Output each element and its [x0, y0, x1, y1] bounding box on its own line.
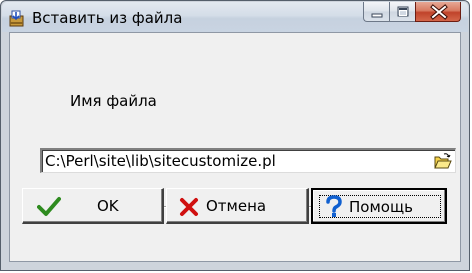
minimize-icon	[371, 13, 383, 18]
help-button-label: Помощь	[349, 198, 413, 216]
cancel-x-icon	[180, 198, 198, 216]
ok-button-label: OK	[97, 197, 119, 215]
close-button[interactable]	[415, 2, 461, 22]
filename-field[interactable]: C:\Perl\site\lib\sitecustomize.pl	[40, 148, 456, 173]
filename-label: Имя файла	[70, 92, 157, 110]
folder-open-icon[interactable]	[434, 153, 452, 170]
dialog-window: Вставить из файла Имя файла C:\Perl\site…	[0, 0, 470, 271]
filename-input-value[interactable]: C:\Perl\site\lib\sitecustomize.pl	[45, 152, 276, 170]
cancel-button[interactable]: Отмена	[166, 188, 309, 224]
app-icon	[9, 10, 24, 27]
cancel-button-label: Отмена	[206, 197, 267, 215]
dialog-body: Имя файла C:\Perl\site\lib\sitecustomize…	[9, 32, 461, 262]
close-icon	[430, 4, 448, 20]
window-title: Вставить из файла	[32, 9, 183, 27]
minimize-button[interactable]	[363, 2, 389, 22]
maximize-icon	[397, 6, 409, 17]
checkmark-icon	[37, 197, 61, 216]
ok-button[interactable]: OK	[22, 188, 164, 224]
title-bar[interactable]: Вставить из файла	[2, 2, 468, 32]
maximize-button[interactable]	[389, 2, 415, 22]
window-controls	[363, 2, 461, 24]
help-button[interactable]: Помощь	[311, 188, 447, 224]
help-question-icon	[326, 195, 342, 217]
